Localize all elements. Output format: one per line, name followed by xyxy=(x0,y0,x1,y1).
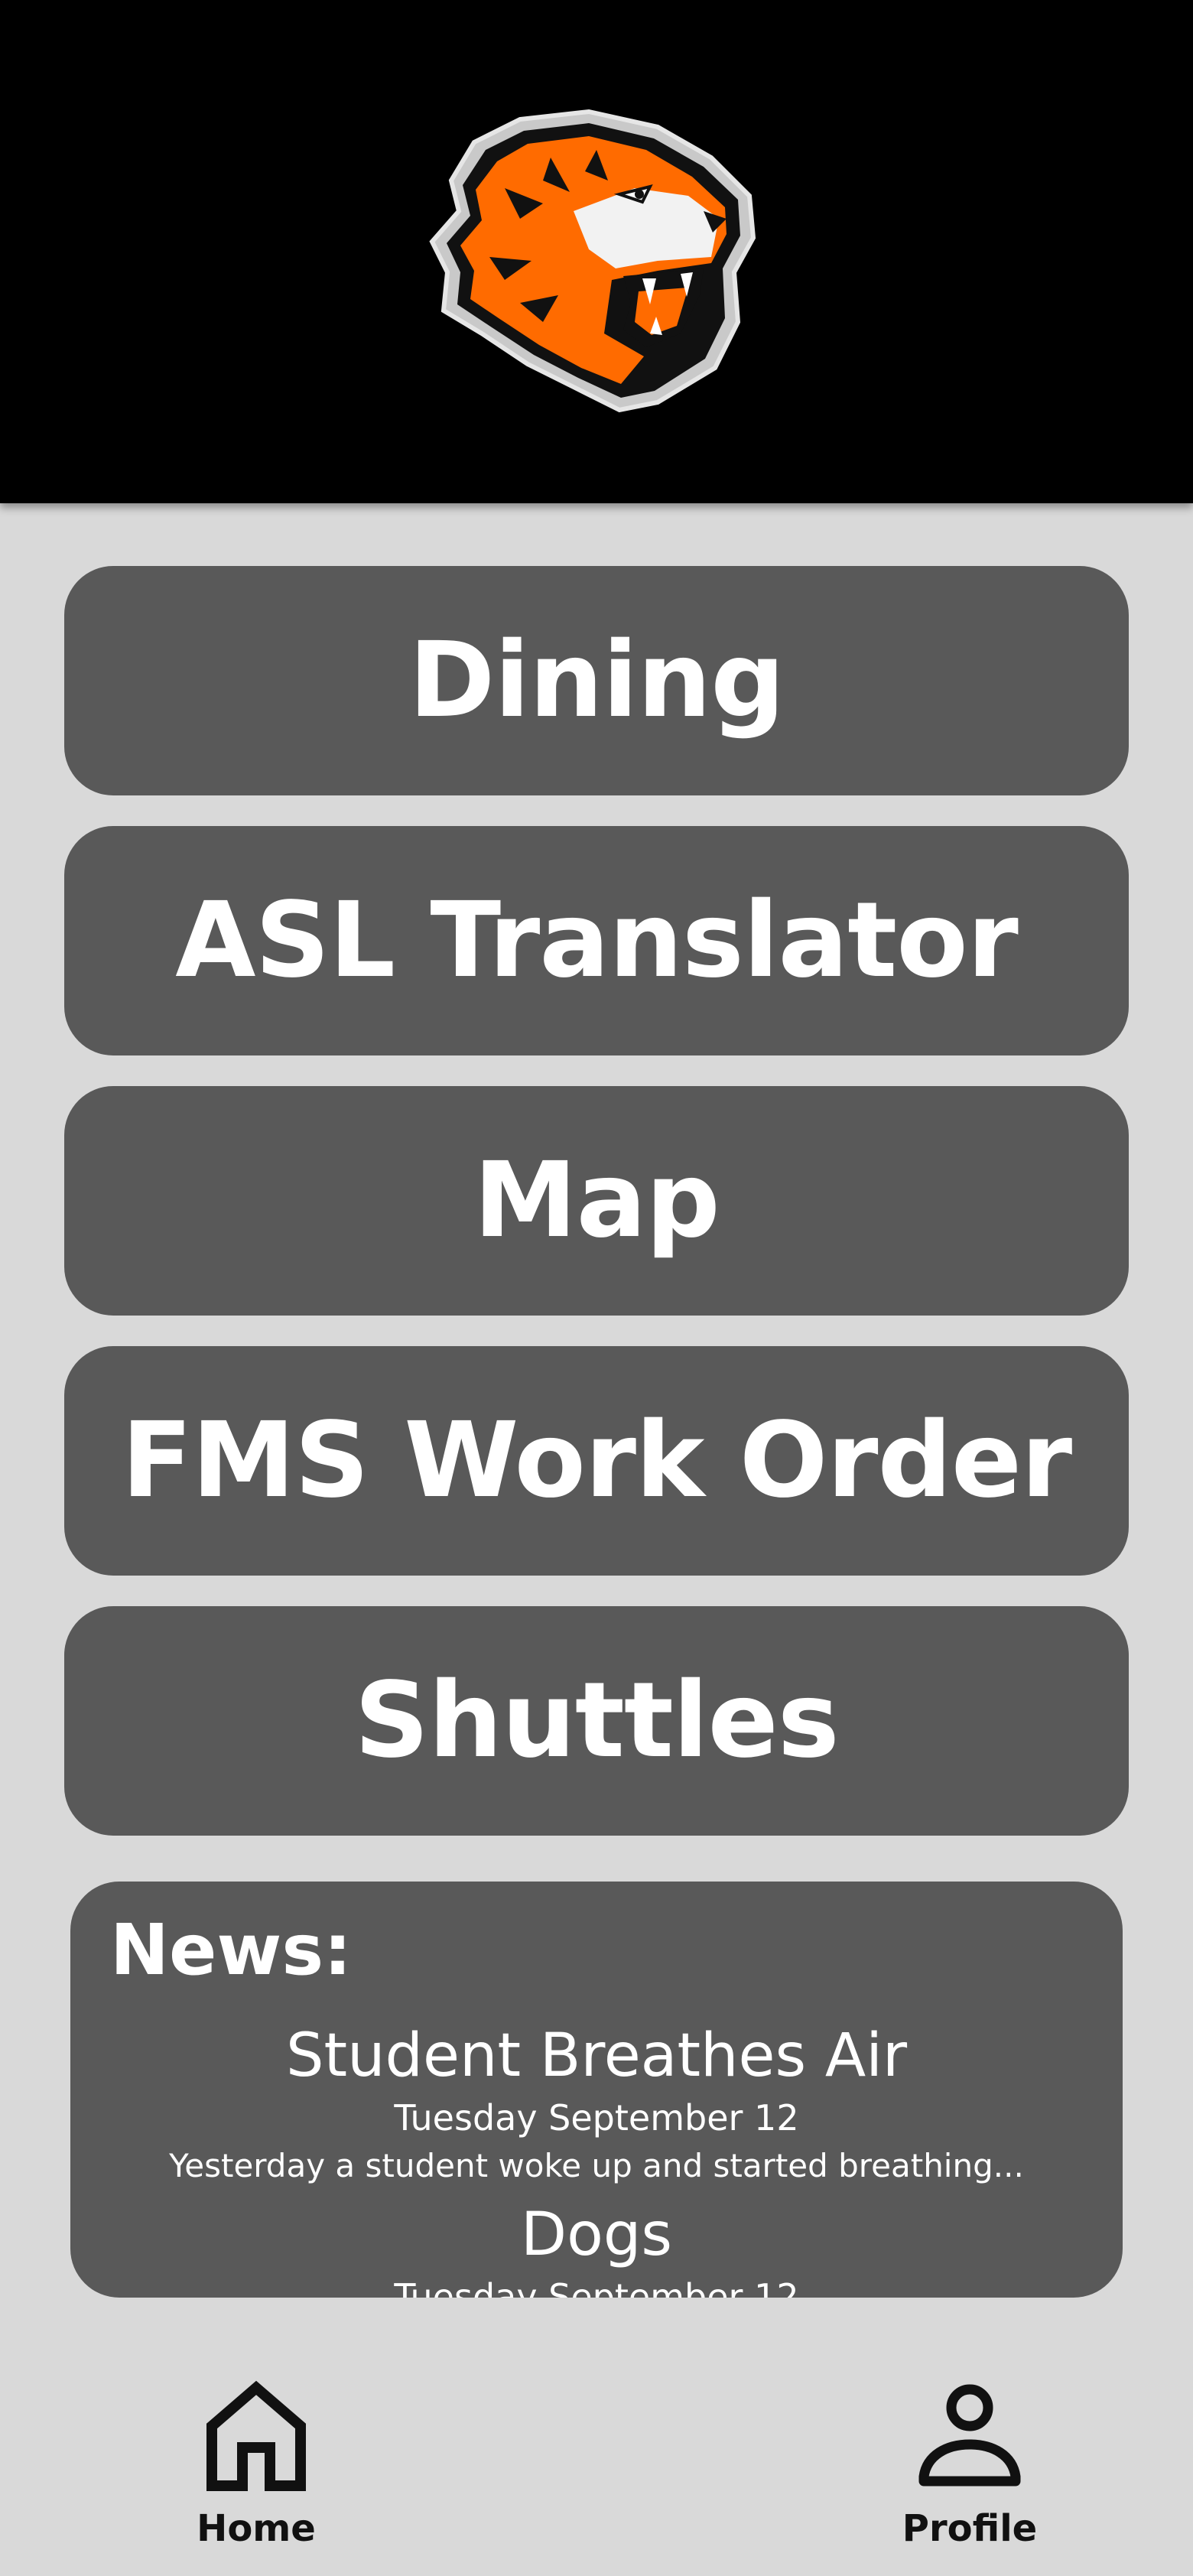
dining-button[interactable]: Dining xyxy=(64,566,1129,795)
asl-translator-button-label: ASL Translator xyxy=(175,880,1019,1001)
tab-home[interactable]: Home xyxy=(157,2379,356,2570)
person-icon xyxy=(918,2384,1021,2487)
news-card[interactable]: News: Student Breathes Air Tuesday Septe… xyxy=(70,1882,1123,2298)
map-button-label: Map xyxy=(473,1140,720,1261)
news-list[interactable]: Student Breathes Air Tuesday September 1… xyxy=(70,2018,1123,2298)
bottom-navigation: Home Profile xyxy=(0,2356,1193,2576)
shuttles-button[interactable]: Shuttles xyxy=(64,1606,1129,1836)
asl-translator-button[interactable]: ASL Translator xyxy=(64,826,1129,1055)
shuttles-button-label: Shuttles xyxy=(354,1660,839,1781)
fms-work-order-button[interactable]: FMS Work Order xyxy=(64,1346,1129,1576)
news-item-title: Student Breathes Air xyxy=(285,2021,908,2090)
news-item-title: Dogs xyxy=(521,2200,672,2269)
news-item-date: Tuesday September 12 xyxy=(394,2097,799,2139)
tab-profile[interactable]: Profile xyxy=(870,2379,1069,2570)
tab-home-label: Home xyxy=(197,2507,316,2550)
tab-profile-label: Profile xyxy=(902,2507,1038,2550)
tiger-mascot-icon xyxy=(429,109,756,413)
news-item[interactable]: Dogs Tuesday September 12 xyxy=(70,2197,1123,2298)
news-item-excerpt: Yesterday a student woke up and started … xyxy=(169,2147,1024,2184)
dining-button-label: Dining xyxy=(408,620,785,741)
map-button[interactable]: Map xyxy=(64,1086,1129,1316)
fms-work-order-button-label: FMS Work Order xyxy=(121,1400,1072,1521)
news-item-date: Tuesday September 12 xyxy=(394,2276,799,2298)
news-item[interactable]: Student Breathes Air Tuesday September 1… xyxy=(70,2018,1123,2191)
home-icon xyxy=(206,2380,306,2491)
app-header xyxy=(0,0,1193,503)
news-heading: News: xyxy=(110,1909,352,1991)
